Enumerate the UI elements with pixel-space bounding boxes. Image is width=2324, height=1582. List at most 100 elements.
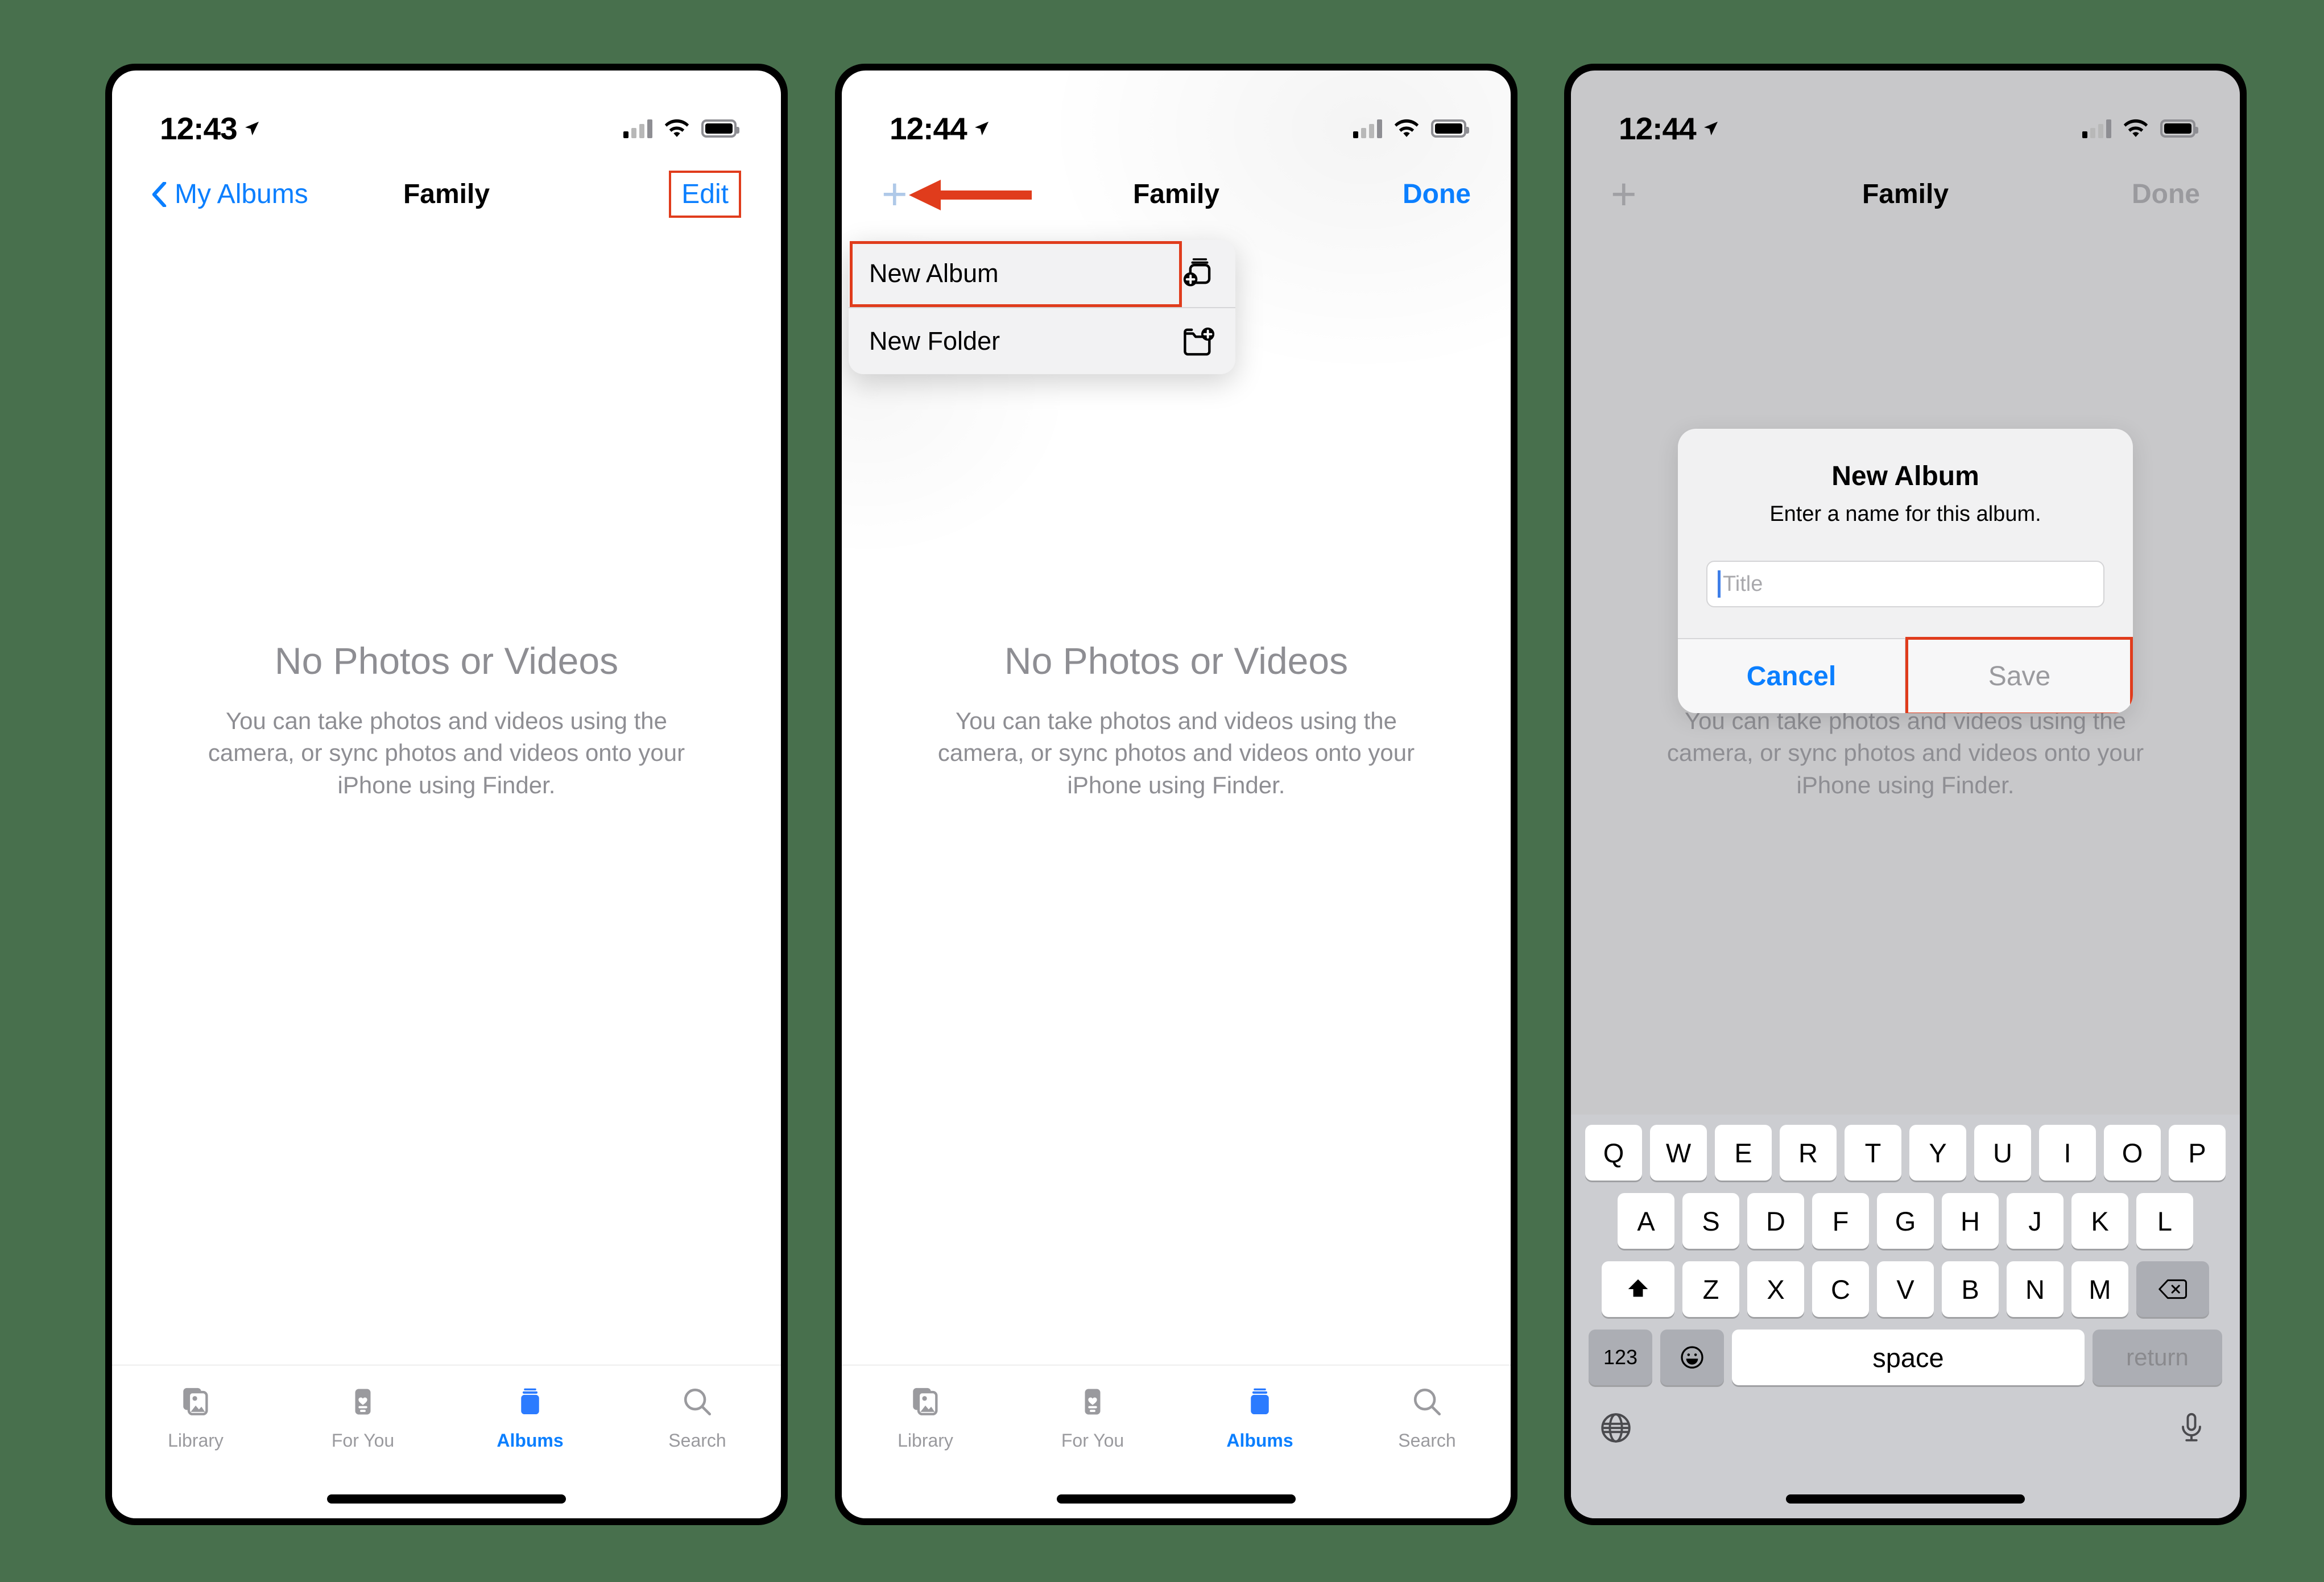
phone-2-screen: 12:44 + Family Done New Album New Folder… [842, 71, 1511, 1518]
tab-library[interactable]: Library [842, 1381, 1009, 1451]
save-button[interactable]: Save [1906, 639, 2133, 713]
tab-label: Library [168, 1430, 224, 1451]
key-d[interactable]: D [1747, 1193, 1804, 1249]
key-z[interactable]: Z [1682, 1261, 1739, 1317]
magnifier-icon [677, 1381, 718, 1422]
cellular-bars-icon [2082, 119, 2111, 138]
key-space[interactable]: space [1732, 1330, 2085, 1385]
wifi-icon [1395, 119, 1419, 137]
onscreen-keyboard: Q W E R T Y U I O P A S D F G H J K L Z … [1571, 1115, 2240, 1518]
empty-state: No Photos or Videos You can take photos … [842, 639, 1511, 801]
phone-frame-1: 12:43 My Albums Family Edit No Photos or… [105, 64, 788, 1525]
key-c[interactable]: C [1812, 1261, 1869, 1317]
home-indicator[interactable] [327, 1494, 566, 1504]
key-j[interactable]: J [2007, 1193, 2064, 1249]
cancel-button[interactable]: Cancel [1678, 639, 1906, 713]
key-x[interactable]: X [1747, 1261, 1804, 1317]
tab-label: Search [668, 1430, 726, 1451]
tab-albums[interactable]: Albums [446, 1381, 614, 1451]
done-button[interactable]: Done [1403, 179, 1471, 210]
microphone-icon[interactable] [2175, 1410, 2213, 1448]
battery-full-icon [701, 119, 739, 138]
key-b[interactable]: B [1942, 1261, 1999, 1317]
key-o[interactable]: O [2104, 1125, 2161, 1181]
key-q[interactable]: Q [1585, 1125, 1642, 1181]
plus-icon[interactable]: + [882, 172, 908, 216]
tab-for-you[interactable]: For You [279, 1381, 446, 1451]
empty-state-title: No Photos or Videos [1004, 640, 1349, 682]
key-y[interactable]: Y [1909, 1125, 1966, 1181]
key-numbers[interactable]: 123 [1589, 1330, 1652, 1385]
phone-1-screen: 12:43 My Albums Family Edit No Photos or… [112, 71, 781, 1518]
wifi-icon [665, 119, 689, 137]
key-shift[interactable] [1602, 1261, 1674, 1317]
menu-item-new-album[interactable]: New Album [849, 240, 1235, 307]
tab-for-you[interactable]: For You [1009, 1381, 1176, 1451]
tab-search[interactable]: Search [1343, 1381, 1511, 1451]
back-label: My Albums [175, 179, 308, 209]
status-indicators [2082, 119, 2198, 138]
key-f[interactable]: F [1812, 1193, 1869, 1249]
key-t[interactable]: T [1845, 1125, 1901, 1181]
text-caret [1718, 570, 1721, 598]
tab-label: Library [898, 1430, 953, 1451]
keyboard-bottom-row [1575, 1398, 2235, 1448]
tab-library[interactable]: Library [112, 1381, 279, 1451]
tab-label: For You [1061, 1430, 1124, 1451]
key-w[interactable]: W [1650, 1125, 1707, 1181]
heart-card-icon [342, 1381, 383, 1422]
key-h[interactable]: H [1942, 1193, 1999, 1249]
key-e[interactable]: E [1715, 1125, 1772, 1181]
empty-state: No Photos or Videos You can take photos … [112, 639, 781, 801]
cellular-bars-icon [623, 119, 652, 138]
key-emoji[interactable] [1660, 1330, 1724, 1385]
key-l[interactable]: L [2136, 1193, 2193, 1249]
back-button[interactable]: My Albums [152, 179, 308, 210]
key-r[interactable]: R [1780, 1125, 1837, 1181]
photo-stack-icon [175, 1381, 216, 1422]
status-bar: 12:44 [842, 71, 1511, 161]
phone-frame-2: 12:44 + Family Done New Album New Folder… [835, 64, 1517, 1525]
navigation-bar: + Family Done [1571, 161, 2240, 227]
keyboard-row-2: A S D F G H J K L [1575, 1193, 2235, 1249]
tab-albums[interactable]: Albums [1176, 1381, 1343, 1451]
key-delete[interactable] [2136, 1261, 2209, 1317]
key-g[interactable]: G [1877, 1193, 1934, 1249]
key-n[interactable]: N [2007, 1261, 2064, 1317]
menu-item-new-folder[interactable]: New Folder [849, 307, 1235, 374]
empty-state-body: You can take photos and videos using the… [208, 707, 685, 798]
tab-search[interactable]: Search [614, 1381, 781, 1451]
location-arrow-icon [1703, 122, 1718, 135]
status-clock: 12:43 [160, 110, 261, 147]
key-m[interactable]: M [2071, 1261, 2128, 1317]
battery-full-icon [2160, 119, 2198, 138]
location-arrow-icon [245, 122, 259, 135]
photo-stack-icon [905, 1381, 946, 1422]
heart-card-icon [1072, 1381, 1113, 1422]
status-indicators [1353, 119, 1469, 138]
key-p[interactable]: P [2169, 1125, 2226, 1181]
home-indicator[interactable] [1786, 1494, 2025, 1504]
edit-button[interactable]: Edit [669, 171, 741, 218]
shift-up-arrow-icon [1628, 1279, 1648, 1297]
new-folder-icon [1184, 328, 1215, 356]
new-album-icon [1183, 258, 1211, 287]
chevron-left-icon [152, 181, 167, 207]
key-v[interactable]: V [1877, 1261, 1934, 1317]
tab-label: For You [331, 1430, 395, 1451]
keyboard-row-4: 123 space return [1575, 1330, 2235, 1385]
cellular-bars-icon [1353, 119, 1382, 138]
key-return[interactable]: return [2093, 1330, 2222, 1385]
key-i[interactable]: I [2039, 1125, 2096, 1181]
key-s[interactable]: S [1682, 1193, 1739, 1249]
menu-item-label: New Folder [869, 326, 1000, 355]
album-title-placeholder: Title [1723, 571, 1763, 596]
globe-language-icon[interactable] [1598, 1410, 1636, 1448]
alert-message: Enter a name for this album. [1769, 502, 2041, 526]
key-a[interactable]: A [1618, 1193, 1674, 1249]
status-bar: 12:43 [112, 71, 781, 161]
key-u[interactable]: U [1974, 1125, 2031, 1181]
album-title-input[interactable]: Title [1706, 561, 2104, 607]
home-indicator[interactable] [1057, 1494, 1296, 1504]
key-k[interactable]: K [2071, 1193, 2128, 1249]
